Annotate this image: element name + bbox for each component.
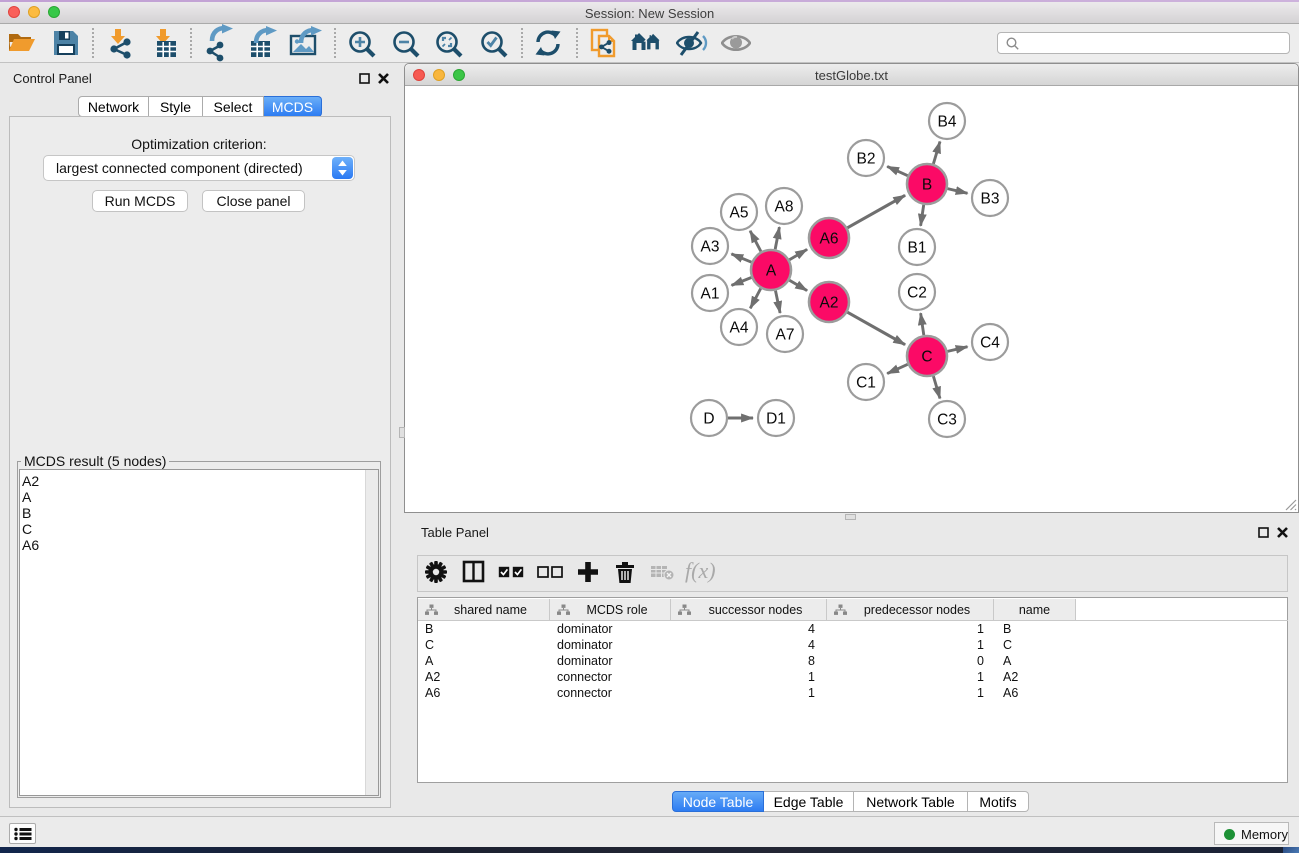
svg-text:A1: A1 [701, 285, 720, 302]
svg-text:C1: C1 [856, 374, 876, 391]
svg-text:B2: B2 [857, 150, 876, 167]
svg-text:A7: A7 [776, 326, 795, 343]
svg-text:B3: B3 [981, 190, 1000, 207]
svg-text:B4: B4 [938, 113, 957, 130]
svg-text:A2: A2 [820, 294, 839, 311]
svg-text:B: B [922, 176, 932, 193]
svg-text:B1: B1 [908, 239, 927, 256]
svg-text:A5: A5 [730, 204, 749, 221]
svg-text:A: A [766, 262, 777, 279]
svg-text:C3: C3 [937, 411, 957, 428]
svg-text:C4: C4 [980, 334, 1000, 351]
svg-text:A3: A3 [701, 238, 720, 255]
svg-text:D1: D1 [766, 410, 786, 427]
svg-text:D: D [703, 410, 714, 427]
svg-text:A8: A8 [775, 198, 794, 215]
svg-text:A6: A6 [820, 230, 839, 247]
svg-text:C: C [921, 348, 932, 365]
svg-text:A4: A4 [730, 319, 749, 336]
svg-text:C2: C2 [907, 284, 927, 301]
